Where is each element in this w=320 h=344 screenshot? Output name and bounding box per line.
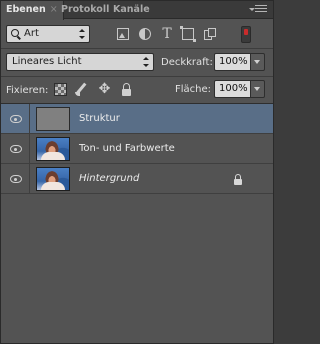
tab-label: Protokoll: [61, 4, 110, 15]
lock-icon: [233, 174, 243, 185]
layers-panel: Ebenen × Protokoll Kanäle Art T Lineares …: [0, 0, 274, 344]
panel-tab-bar: Ebenen × Protokoll Kanäle: [1, 1, 273, 20]
smart-object-filter-icon[interactable]: [204, 28, 216, 40]
shape-filter-icon[interactable]: [180, 26, 196, 42]
filter-kind-select[interactable]: Art: [6, 25, 90, 43]
tab-label: Ebenen: [6, 4, 46, 15]
visibility-toggle[interactable]: [1, 134, 30, 163]
layer-name[interactable]: Hintergrund: [79, 173, 139, 184]
tab-kanaele[interactable]: Kanäle: [108, 1, 155, 19]
opacity-input[interactable]: 100%: [214, 53, 251, 71]
eye-icon: [10, 115, 22, 123]
blend-mode-value: Lineares Licht: [12, 56, 82, 67]
layer-filter-row: Art T: [1, 20, 273, 48]
lock-all-icon[interactable]: [121, 83, 134, 96]
blend-row: Lineares Licht Deckkraft: 100%: [1, 49, 273, 75]
layer-row-struktur[interactable]: Struktur: [1, 104, 273, 134]
fill-input[interactable]: 100%: [214, 80, 251, 98]
blend-mode-select[interactable]: Lineares Licht: [6, 53, 154, 71]
visibility-toggle[interactable]: [1, 164, 30, 193]
type-filter-icon[interactable]: T: [161, 27, 173, 41]
eye-icon: [10, 145, 22, 153]
filter-toggle[interactable]: [241, 26, 251, 43]
image-filter-icon[interactable]: [117, 28, 129, 40]
opacity-label: Deckkraft:: [161, 57, 213, 68]
layer-name[interactable]: Struktur: [79, 113, 120, 124]
search-icon: [11, 29, 19, 37]
visibility-toggle[interactable]: [1, 104, 30, 133]
layer-thumbnail: [36, 107, 70, 131]
layer-thumbnail: [36, 167, 70, 191]
fill-label: Fläche:: [175, 84, 212, 95]
opacity-dropdown-button[interactable]: [251, 53, 265, 71]
fill-dropdown-button[interactable]: [251, 80, 265, 98]
select-arrows-icon: [143, 57, 149, 67]
lock-row: Fixieren: ✥ Fläche: 100%: [1, 77, 273, 102]
lock-transparency-icon[interactable]: [54, 83, 67, 96]
layer-row-ton-und-farbwerte[interactable]: Ton- und Farbwerte: [1, 134, 273, 164]
filter-kind-label: Art: [24, 28, 39, 39]
lock-pixels-brush-icon[interactable]: [75, 83, 88, 96]
tab-protokoll[interactable]: Protokoll: [56, 1, 114, 19]
lock-label: Fixieren:: [6, 85, 49, 96]
tab-label: Kanäle: [113, 4, 150, 15]
eye-icon: [10, 175, 22, 183]
layer-row-hintergrund[interactable]: Hintergrund: [1, 164, 273, 194]
select-arrows-icon: [79, 29, 85, 39]
layer-name[interactable]: Ton- und Farbwerte: [79, 143, 175, 154]
adjustment-filter-icon[interactable]: [139, 28, 151, 40]
lock-position-move-icon[interactable]: ✥: [98, 82, 111, 96]
tab-ebenen[interactable]: Ebenen ×: [1, 1, 64, 20]
layer-list: Struktur Ton- und Farbwerte Hintergrund: [1, 103, 273, 343]
layer-thumbnail: [36, 137, 70, 161]
panel-menu-icon[interactable]: [249, 5, 267, 15]
